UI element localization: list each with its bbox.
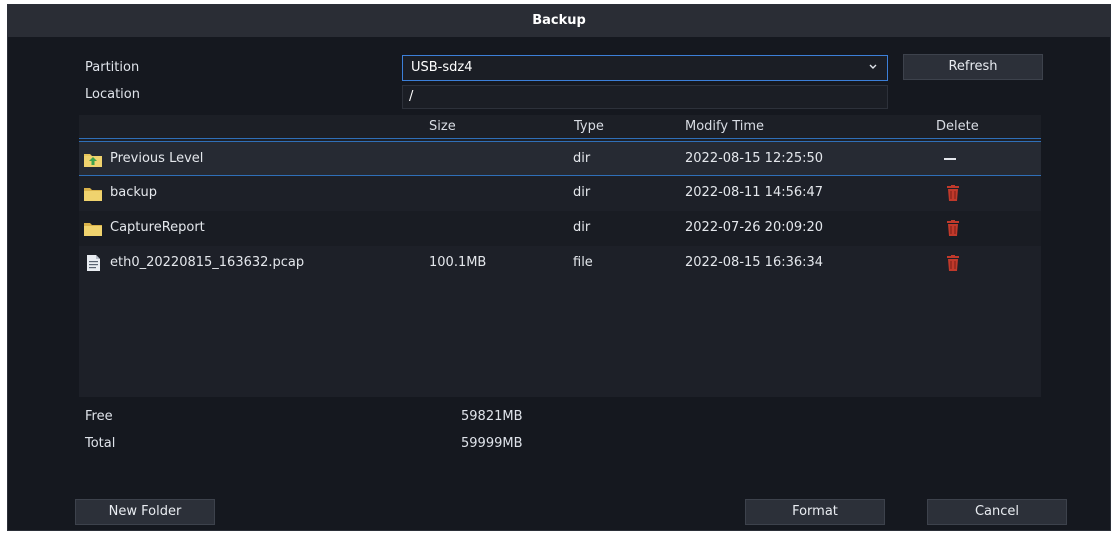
location-value: / (409, 89, 414, 104)
row-name: CaptureReport (110, 220, 205, 235)
row-size: 100.1MB (429, 255, 487, 270)
cancel-button[interactable]: Cancel (927, 499, 1067, 525)
trash-icon[interactable] (947, 255, 959, 271)
row-modify-time: 2022-08-11 14:56:47 (685, 185, 824, 200)
no-delete-dash (944, 158, 956, 160)
partition-select[interactable]: USB-sdz4 (402, 55, 888, 81)
partition-value: USB-sdz4 (411, 60, 473, 75)
header-type: Type (574, 119, 604, 134)
table-row[interactable]: eth0_20220815_163632.pcap 100.1MB file 2… (79, 246, 1041, 281)
folder-icon (84, 188, 102, 201)
folder-up-icon (84, 154, 102, 167)
header-delete: Delete (936, 119, 979, 134)
row-modify-time: 2022-08-15 16:36:34 (685, 255, 824, 270)
row-modify-time: 2022-08-15 12:25:50 (685, 151, 824, 166)
row-type: dir (573, 220, 591, 235)
total-label: Total (85, 436, 116, 451)
file-table: Size Type Modify Time Delete Previous Le… (79, 115, 1041, 397)
trash-icon[interactable] (947, 220, 959, 236)
row-name: eth0_20220815_163632.pcap (110, 255, 305, 270)
table-row[interactable]: CaptureReport dir 2022-07-26 20:09:20 (79, 211, 1041, 246)
header-size: Size (429, 119, 456, 134)
table-row[interactable]: backup dir 2022-08-11 14:56:47 (79, 176, 1041, 211)
folder-icon (84, 223, 102, 236)
file-icon (87, 255, 100, 271)
row-name: backup (110, 185, 157, 200)
total-value: 59999MB (461, 436, 523, 451)
table-header: Size Type Modify Time Delete (79, 115, 1041, 139)
free-label: Free (85, 409, 113, 424)
location-field[interactable]: / (402, 85, 888, 109)
location-label: Location (85, 87, 140, 102)
header-modify-time: Modify Time (685, 119, 765, 134)
table-row[interactable]: Previous Level dir 2022-08-15 12:25:50 (79, 141, 1041, 176)
row-name: Previous Level (110, 151, 204, 166)
trash-icon[interactable] (947, 185, 959, 201)
new-folder-button[interactable]: New Folder (75, 499, 215, 525)
free-value: 59821MB (461, 409, 523, 424)
backup-dialog: Backup Partition USB-sdz4 Location / Ref… (7, 4, 1111, 531)
partition-label: Partition (85, 60, 140, 75)
row-type: dir (573, 151, 591, 166)
chevron-down-icon (869, 64, 877, 69)
row-modify-time: 2022-07-26 20:09:20 (685, 220, 824, 235)
format-button[interactable]: Format (745, 499, 885, 525)
row-type: file (573, 255, 593, 270)
refresh-button[interactable]: Refresh (903, 54, 1043, 80)
row-type: dir (573, 185, 591, 200)
dialog-title: Backup (8, 5, 1110, 37)
